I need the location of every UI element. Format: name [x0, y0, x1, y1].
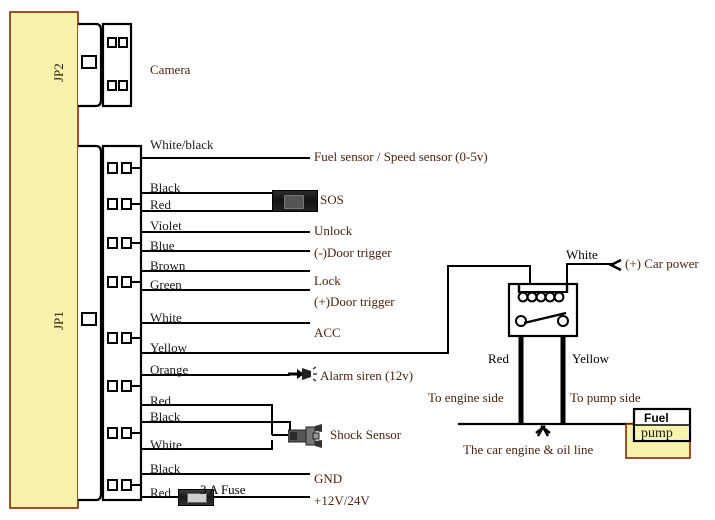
diagram-vector-layer	[9, 11, 692, 509]
wire-label-blue: Blue	[150, 238, 175, 253]
wire-white-acc	[131, 322, 310, 339]
module-body-jp2-jp1	[9, 11, 79, 509]
wire-label-green: Green	[150, 277, 182, 292]
fuel-pump-label-pump: pump	[641, 426, 673, 441]
wire-label-violet: Violet	[150, 218, 182, 233]
jp2-pin-1	[107, 37, 117, 48]
wire-white-carpower	[566, 263, 612, 284]
function-label-power: +12V/24V	[314, 493, 370, 508]
jp1-pin	[121, 332, 132, 344]
jp1-pin	[121, 162, 132, 174]
function-label-sos: SOS	[320, 192, 344, 207]
fuel-pump-label-fuel: Fuel	[644, 411, 669, 425]
relay-red-wire-label: Red	[488, 351, 509, 366]
jp1-key-notch	[81, 312, 97, 326]
jp1-label: JP1	[51, 311, 66, 330]
jp2-key-notch	[81, 55, 97, 69]
function-label-unlock: Unlock	[314, 223, 353, 238]
wire-label-white-acc: White	[150, 310, 182, 325]
jp1-pin	[107, 380, 118, 392]
jp1-pin	[121, 276, 132, 288]
function-label-acc: ACC	[314, 325, 341, 340]
jp2-pin-block	[101, 22, 133, 108]
camera-label: Camera	[150, 62, 191, 77]
wire-label-yellow: Yellow	[150, 340, 187, 355]
jp1-pin	[107, 427, 118, 439]
to-pump-side-label: To pump side	[570, 390, 641, 405]
jp2-label: JP2	[51, 63, 66, 82]
jp2-pin-4	[118, 80, 128, 91]
function-label-neg-door-trigger: (-)Door trigger	[314, 245, 392, 260]
alarm-siren-icon	[288, 366, 318, 382]
jp1-pin	[107, 237, 118, 249]
relay-yellow-wire-label: Yellow	[572, 351, 609, 366]
shock-sensor-icon	[287, 424, 324, 448]
function-label-gnd: GND	[314, 471, 343, 486]
wire-label-brown: Brown	[150, 258, 186, 273]
wire-label-red-1: Red	[150, 197, 171, 212]
jp1-pin	[121, 198, 132, 210]
function-label-alarm-siren: Alarm siren (12v)	[320, 368, 414, 383]
wire-label-white-shock: White	[150, 437, 182, 452]
function-label-pos-door-trigger: (+)Door trigger	[314, 294, 395, 309]
car-power-label: (+) Car power	[625, 256, 699, 271]
wire-label-white-black: White/black	[150, 137, 214, 152]
wire-white-black	[131, 157, 310, 169]
relay-contact-left	[515, 315, 527, 327]
car-power-connector-icon	[608, 258, 622, 272]
wire-label-black-2: Black	[150, 409, 181, 424]
oil-line-cut-icon	[535, 425, 551, 437]
function-label-fuel-speed-sensor: Fuel sensor / Speed sensor (0-5v)	[314, 149, 488, 164]
jp1-pin	[121, 380, 132, 392]
wiring-diagram-canvas: JP2 JP1 Camera White/black Black Red Vio…	[0, 0, 715, 520]
jp1-pin	[107, 276, 118, 288]
wire-label-red-2: Red	[150, 393, 171, 408]
fuse-label: 3 A Fuse	[200, 482, 246, 497]
jp1-pin	[121, 237, 132, 249]
relay-contact-right	[557, 315, 569, 327]
sos-button-icon[interactable]	[272, 190, 318, 212]
jp1-pin	[107, 198, 118, 210]
jp1-pin	[107, 332, 118, 344]
jp1-pin	[107, 479, 118, 491]
to-engine-side-label: To engine side	[428, 390, 504, 405]
oil-line-label: The car engine & oil line	[463, 442, 594, 457]
jp1-pin	[121, 479, 132, 491]
jp2-pin-3	[107, 80, 117, 91]
jp2-pin-2	[118, 37, 128, 48]
wire-label-black-gnd: Black	[150, 461, 181, 476]
jp1-pin	[121, 427, 132, 439]
function-label-lock: Lock	[314, 273, 341, 288]
jp1-pin	[107, 162, 118, 174]
wire-label-orange: Orange	[150, 362, 189, 377]
relay-white-wire-label: White	[566, 247, 598, 262]
wire-label-red-power: Red	[150, 485, 171, 500]
wire-label-black-1: Black	[150, 180, 181, 195]
relay-coil-icon	[517, 291, 565, 303]
function-label-shock-sensor: Shock Sensor	[330, 427, 402, 442]
